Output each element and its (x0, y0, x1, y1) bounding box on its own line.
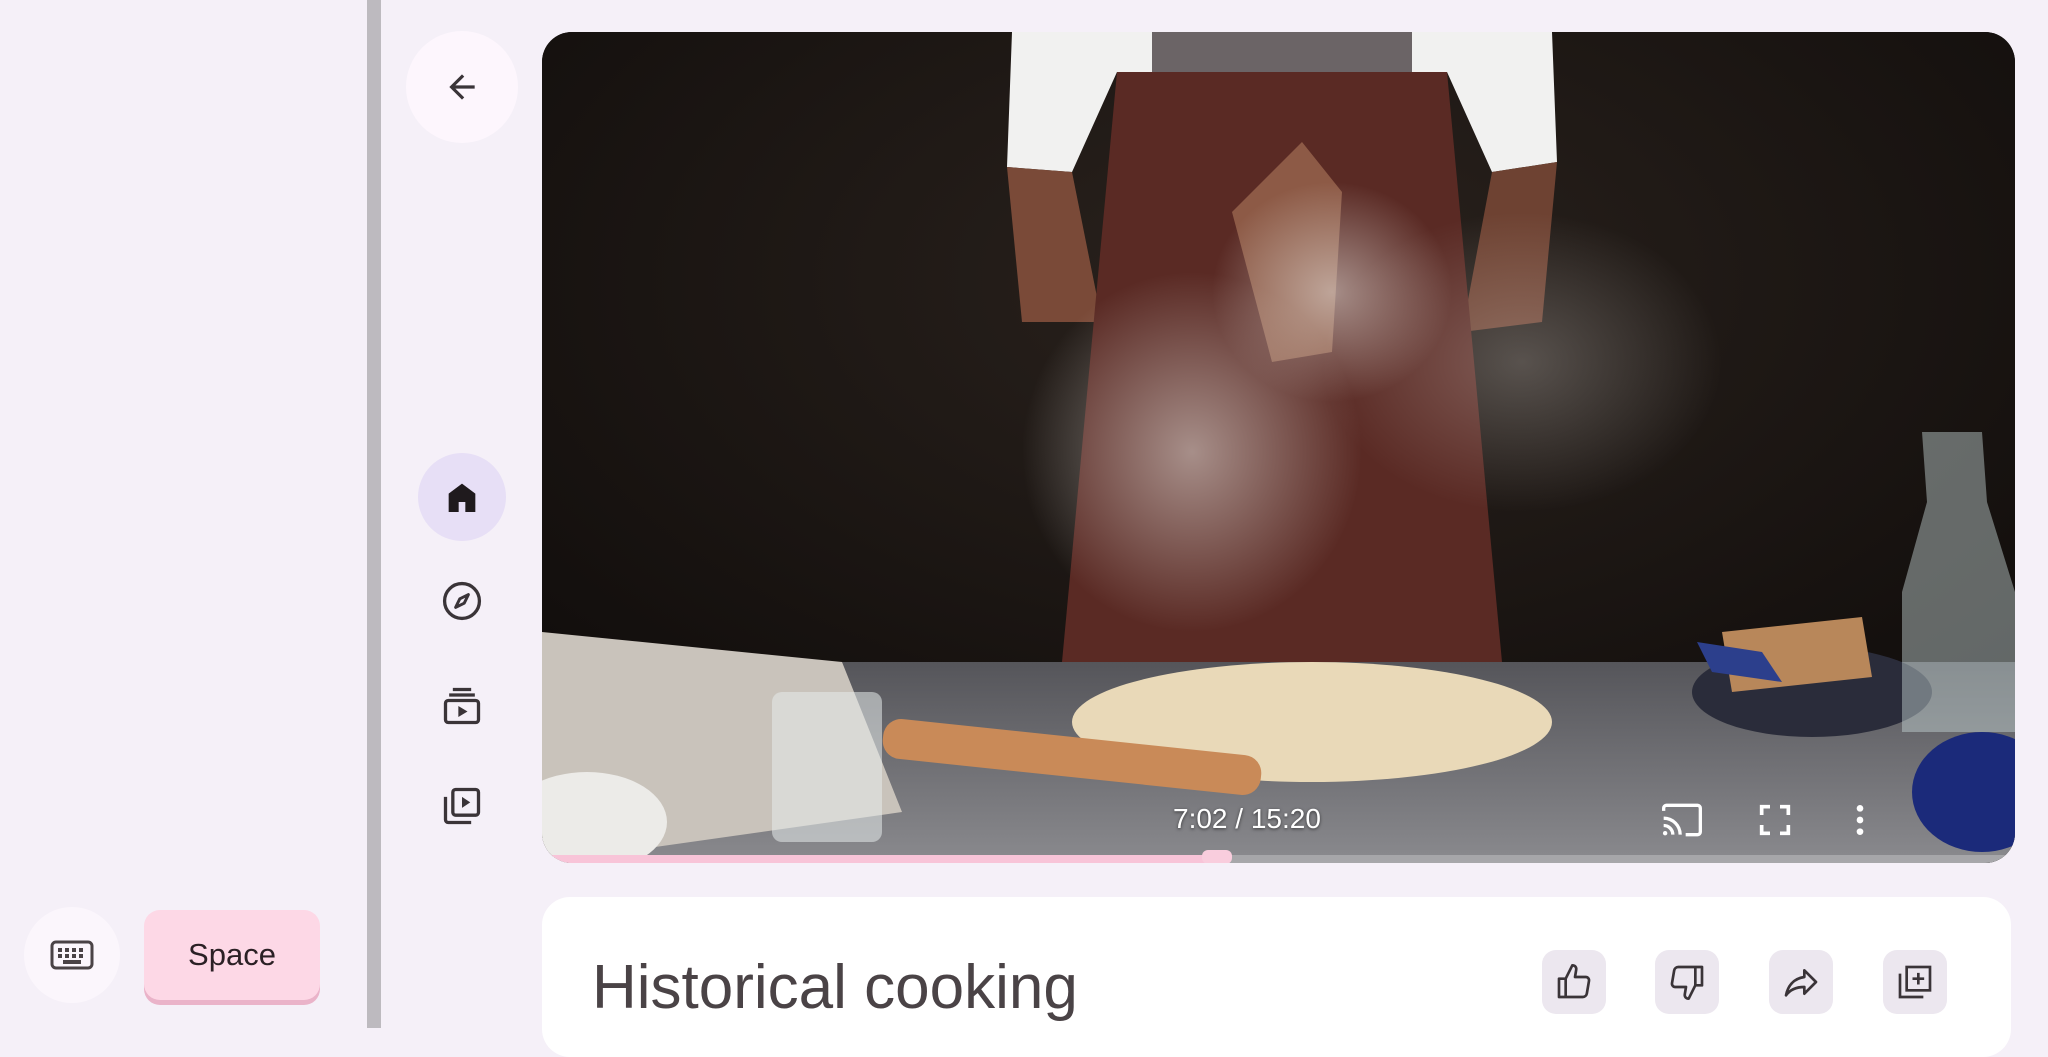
keyboard-panel: Space (0, 0, 367, 1028)
time-display: 7:02 / 15:20 (1173, 803, 1321, 834)
progress-played (542, 855, 1217, 863)
panel-divider[interactable] (367, 0, 381, 1028)
video-player[interactable]: 7:02 / 15:20 (542, 32, 2015, 863)
progress-scrubber[interactable] (1201, 850, 1232, 863)
fullscreen-icon (1759, 804, 1791, 836)
share-button[interactable] (1769, 950, 1833, 1014)
nav-subscriptions[interactable] (418, 662, 506, 750)
cast-icon (1662, 803, 1702, 837)
like-button[interactable] (1542, 950, 1606, 1014)
dislike-button[interactable] (1655, 950, 1719, 1014)
video-info-card: Historical cooking (542, 897, 2011, 1057)
nav-library[interactable] (418, 762, 506, 850)
explore-icon (442, 581, 482, 621)
back-arrow-icon (449, 74, 475, 100)
video-title: Historical cooking (592, 953, 1078, 1022)
back-button[interactable] (406, 31, 518, 143)
more-vert-icon (1856, 805, 1864, 835)
keyboard-toggle-button[interactable] (24, 907, 120, 1003)
more-options-button[interactable] (1832, 792, 1888, 848)
home-icon (448, 483, 476, 512)
keyboard-icon (50, 940, 94, 970)
nav-home[interactable] (418, 453, 506, 541)
main-area: 7:02 / 15:20 Historical cooking (381, 0, 2048, 1057)
save-to-playlist-icon (1898, 965, 1932, 999)
cast-button[interactable] (1654, 792, 1710, 848)
subscriptions-icon (443, 687, 481, 725)
like-icon (1557, 964, 1591, 999)
nav-explore[interactable] (418, 557, 506, 645)
video-frame (542, 32, 2015, 863)
save-to-playlist-button[interactable] (1883, 950, 1947, 1014)
progress-bar[interactable] (542, 850, 2015, 863)
space-key-button[interactable]: Space (144, 910, 320, 1000)
dislike-icon (1670, 965, 1704, 1000)
fullscreen-button[interactable] (1747, 792, 1803, 848)
share-icon (1784, 969, 1818, 997)
library-icon (443, 787, 481, 825)
